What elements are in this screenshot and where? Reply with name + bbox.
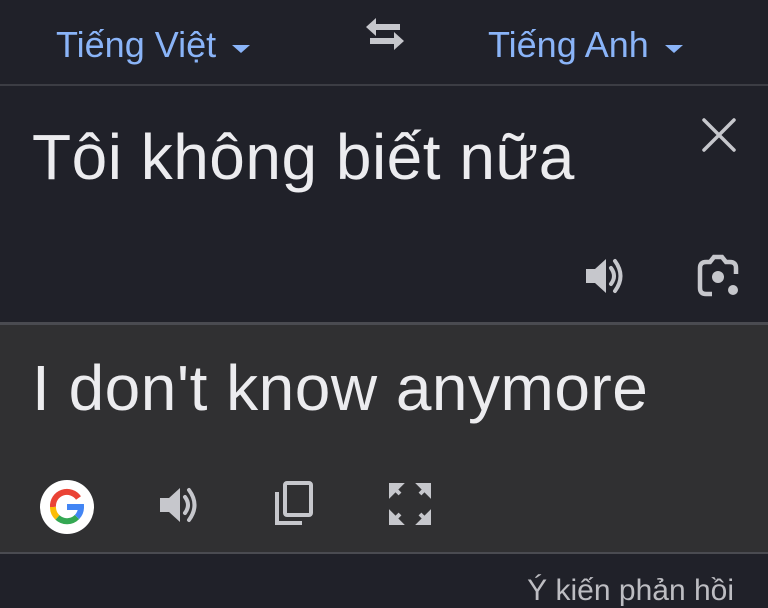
clear-button[interactable] — [700, 116, 738, 154]
input-card: Tôi không biết nữa — [0, 86, 768, 322]
fullscreen-button[interactable] — [388, 482, 432, 531]
source-language-button[interactable]: Tiếng Việt — [56, 24, 251, 66]
copy-icon — [275, 481, 313, 525]
google-button[interactable] — [40, 480, 94, 534]
close-icon — [702, 118, 736, 152]
source-language-label: Tiếng Việt — [56, 24, 217, 65]
feedback-link[interactable]: Ý kiến phản hồi — [527, 574, 734, 608]
translated-text: I don't know anymore — [32, 352, 649, 424]
source-text[interactable]: Tôi không biết nữa — [32, 120, 575, 194]
speaker-icon — [160, 488, 197, 522]
language-bar: Tiếng Việt Tiếng Anh — [0, 0, 768, 84]
copy-button[interactable] — [272, 480, 316, 533]
swap-languages-button[interactable] — [362, 14, 408, 54]
google-icon — [49, 488, 84, 525]
target-language-label: Tiếng Anh — [488, 24, 649, 65]
fullscreen-icon — [389, 483, 431, 525]
output-card: I don't know anymore — [0, 325, 768, 552]
chevron-down-icon — [232, 45, 251, 53]
swap-icon — [366, 18, 404, 50]
camera-button[interactable] — [696, 254, 740, 303]
camera-icon — [697, 254, 739, 297]
chevron-down-icon — [664, 45, 683, 53]
speaker-icon — [586, 259, 623, 293]
output-listen-button[interactable] — [158, 483, 202, 532]
source-listen-button[interactable] — [584, 254, 628, 303]
footer: Ý kiến phản hồi — [0, 554, 768, 607]
target-language-button[interactable]: Tiếng Anh — [488, 24, 683, 66]
